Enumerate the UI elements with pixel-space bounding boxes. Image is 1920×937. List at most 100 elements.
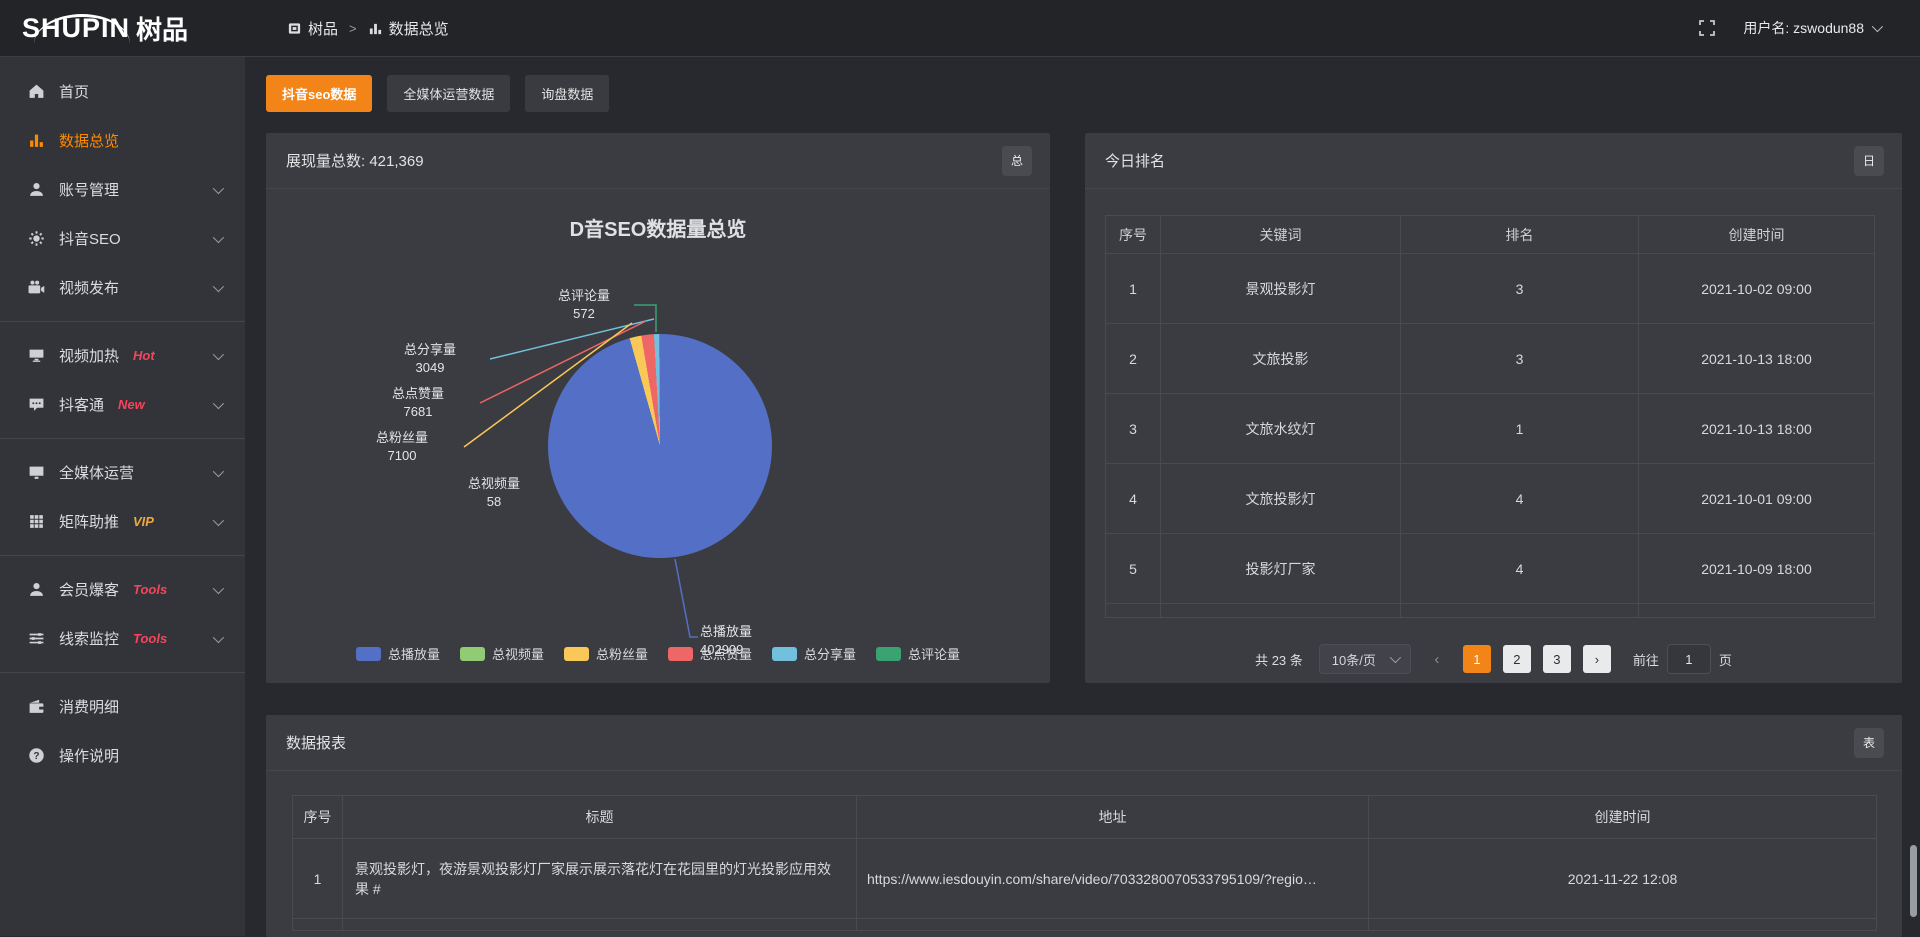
tab-inquiry-data[interactable]: 询盘数据 [525, 75, 609, 112]
page-button-1[interactable]: 1 [1463, 645, 1491, 673]
ranking-cell: 文旅投影灯 [1161, 464, 1401, 534]
table-badge-button[interactable]: 表 [1854, 728, 1884, 758]
legend-item[interactable]: 总播放量 [356, 644, 440, 663]
sidebar-divider [0, 438, 245, 439]
sidebar-item-data-overview[interactable]: 数据总览 [0, 116, 245, 165]
chevron-down-icon [213, 514, 224, 525]
legend-label: 总分享量 [804, 644, 856, 663]
legend-label: 总粉丝量 [596, 644, 648, 663]
sidebar-item-label: 操作说明 [59, 745, 119, 766]
sidebar-item-member-burst[interactable]: 会员爆客Tools [0, 565, 245, 614]
grid-icon [28, 513, 45, 530]
page-size-select[interactable]: 10条/页 [1319, 644, 1411, 674]
goto-label: 前往 [1633, 650, 1659, 669]
sidebar-divider [0, 321, 245, 322]
col-index: 序号 [1106, 216, 1161, 254]
ranking-cell: 4 [1106, 464, 1161, 534]
tab-media-operation-data[interactable]: 全媒体运营数据 [387, 75, 510, 112]
data-report-panel: 数据报表 表 序号 标题 地址 创建时间 1 景观投影灯，夜游景观投影灯 [266, 715, 1902, 937]
app-square-icon [287, 21, 302, 36]
report-table-row: 1 景观投影灯，夜游景观投影灯厂家展示展示落花灯在花园里的灯光投影应用效果 # … [293, 839, 1877, 919]
col-url: 地址 [857, 796, 1369, 839]
pagination-total: 共 23 条 [1255, 650, 1303, 669]
pie-label-shares: 总分享量3049 [370, 341, 490, 377]
home-icon [28, 83, 45, 100]
prev-page-button[interactable]: ‹ [1423, 645, 1451, 673]
sidebar-item-instructions[interactable]: ?操作说明 [0, 731, 245, 780]
page-button-2[interactable]: 2 [1503, 645, 1531, 673]
legend-swatch [356, 647, 381, 661]
ranking-cell: 文旅投影 [1161, 324, 1401, 394]
sidebar-item-badge: New [118, 397, 145, 412]
ranking-cell: 1 [1401, 394, 1639, 464]
report-panel-title: 数据报表 [286, 732, 346, 753]
sidebar-item-lead-monitor[interactable]: 线索监控Tools [0, 614, 245, 663]
sidebar-divider [0, 555, 245, 556]
top-header: SHUPIN 树品 树品 > 数据总览 用户名: zswodun88 [0, 0, 1920, 57]
page-button-3[interactable]: 3 [1543, 645, 1571, 673]
ranking-table-header: 序号 关键词 排名 创建时间 [1106, 216, 1875, 254]
chevron-down-icon [1390, 652, 1401, 663]
day-badge-button[interactable]: 日 [1854, 146, 1884, 176]
sidebar-item-matrix-boost[interactable]: 矩阵助推VIP [0, 497, 245, 546]
gear-icon [28, 230, 45, 247]
total-badge-button[interactable]: 总 [1002, 146, 1032, 176]
report-row-url-link[interactable]: https://www.iesdouyin.com/share/video/70… [857, 839, 1369, 919]
ranking-table-row: 2文旅投影32021-10-13 18:00 [1106, 324, 1875, 394]
breadcrumb-separator: > [349, 21, 357, 36]
sidebar-item-label: 抖音SEO [59, 228, 121, 249]
sidebar-item-badge: Tools [133, 631, 167, 646]
ranking-cell: 5 [1106, 534, 1161, 604]
sidebar-item-video-publish[interactable]: 视频发布 [0, 263, 245, 312]
legend-item[interactable]: 总分享量 [772, 644, 856, 663]
scrollbar-thumb[interactable] [1910, 845, 1917, 917]
legend-item[interactable]: 总粉丝量 [564, 644, 648, 663]
chevron-down-icon [213, 348, 224, 359]
sidebar-item-video-heat[interactable]: 视频加热Hot [0, 331, 245, 380]
legend-label: 总视频量 [492, 644, 544, 663]
pagination: 共 23 条 10条/页 ‹ 1 2 3 › 前往 页 [1105, 644, 1882, 674]
sidebar-item-label: 会员爆客 [59, 579, 119, 600]
breadcrumb-current[interactable]: 数据总览 [368, 18, 449, 39]
ranking-cell: 3 [1401, 254, 1639, 324]
sidebar-item-badge: VIP [133, 514, 154, 529]
legend-item[interactable]: 总点赞量 [668, 644, 752, 663]
data-tabs: 抖音seo数据 全媒体运营数据 询盘数据 [266, 75, 1920, 112]
pie-label-fans: 总粉丝量7100 [342, 429, 462, 465]
col-rank: 排名 [1401, 216, 1639, 254]
sidebar-item-media-operation[interactable]: 全媒体运营 [0, 448, 245, 497]
sidebar-item-label: 消费明细 [59, 696, 119, 717]
sidebar-item-account-manage[interactable]: 账号管理 [0, 165, 245, 214]
user-icon [28, 181, 45, 198]
legend-item[interactable]: 总评论量 [876, 644, 960, 663]
breadcrumb-root[interactable]: 树品 [287, 18, 338, 39]
legend-label: 总播放量 [388, 644, 440, 663]
col-title: 标题 [343, 796, 857, 839]
ranking-cell: 3 [1106, 394, 1161, 464]
sidebar-item-douyin-seo[interactable]: 抖音SEO [0, 214, 245, 263]
sliders-icon [28, 630, 45, 647]
chevron-down-icon [1872, 21, 1883, 32]
wallet-icon [28, 698, 45, 715]
sidebar-item-consume-detail[interactable]: 消费明细 [0, 682, 245, 731]
legend-item[interactable]: 总视频量 [460, 644, 544, 663]
next-page-button[interactable]: › [1583, 645, 1611, 673]
ranking-cell: 投影灯厂家 [1161, 534, 1401, 604]
fullscreen-icon[interactable] [1697, 18, 1717, 38]
sidebar-item-douketong[interactable]: 抖客通New [0, 380, 245, 429]
bar-chart-icon [28, 132, 45, 149]
goto-page-input[interactable] [1667, 644, 1711, 674]
tab-douyin-seo-data[interactable]: 抖音seo数据 [266, 75, 372, 112]
app-logo[interactable]: SHUPIN 树品 [0, 10, 245, 47]
goto-suffix: 页 [1719, 650, 1732, 669]
ranking-cell: 2 [1106, 324, 1161, 394]
sidebar-item-home[interactable]: 首页 [0, 67, 245, 116]
legend-swatch [460, 647, 485, 661]
report-row-index: 1 [293, 839, 343, 919]
sidebar-item-label: 全媒体运营 [59, 462, 134, 483]
exposure-chart-panel: 展现量总数: 421,369 总 D音SEO数据量总览 总评论量572 总分享量… [266, 133, 1050, 683]
monitor-icon [28, 464, 45, 481]
report-table-header: 序号 标题 地址 创建时间 [293, 796, 1877, 839]
user-menu[interactable]: 用户名: zswodun88 [1743, 18, 1880, 38]
ranking-table-row: 4文旅投影灯42021-10-01 09:00 [1106, 464, 1875, 534]
